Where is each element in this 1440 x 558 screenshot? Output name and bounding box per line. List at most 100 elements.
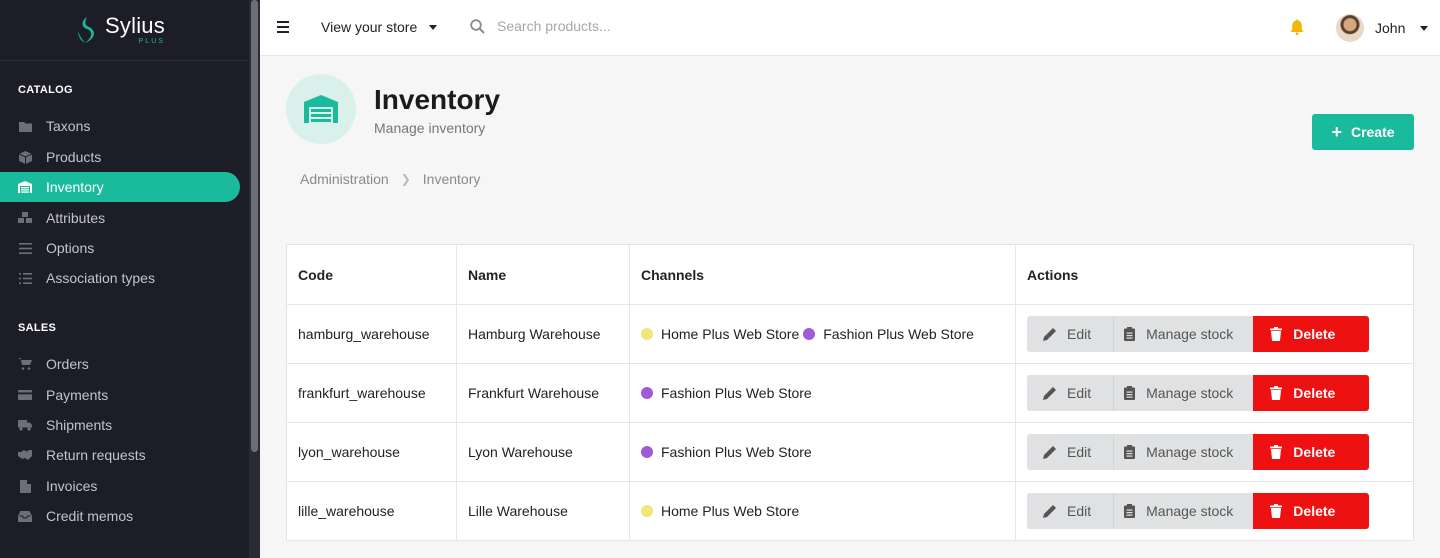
warehouse-icon <box>18 180 32 194</box>
manage-stock-button[interactable]: Manage stock <box>1113 493 1254 529</box>
edit-button[interactable]: Edit <box>1027 493 1114 529</box>
clipboard-icon <box>1122 386 1136 400</box>
manage-stock-button[interactable]: Manage stock <box>1113 316 1254 352</box>
channel-badge: Home Plus Web Store <box>641 326 799 342</box>
sidebar-section-sales: SALES <box>18 322 57 334</box>
page-header-icon <box>286 74 356 144</box>
sidebar-item-label: Attributes <box>46 210 106 226</box>
channel-badge: Fashion Plus Web Store <box>803 326 974 342</box>
channel-badge: Home Plus Web Store <box>641 503 799 519</box>
view-store-label: View your store <box>321 19 418 35</box>
brand-name: Sylius <box>105 13 165 38</box>
channel-badge: Fashion Plus Web Store <box>641 444 812 460</box>
channel-color-dot <box>641 504 653 517</box>
search-bar <box>470 18 797 34</box>
manage-stock-label: Manage stock <box>1146 326 1234 342</box>
delete-button[interactable]: Delete <box>1253 434 1370 470</box>
list-icon <box>18 271 32 285</box>
cell-name: Frankfurt Warehouse <box>456 363 630 423</box>
delete-button[interactable]: Delete <box>1253 493 1370 529</box>
sidebar-item-orders[interactable]: Orders <box>0 349 240 379</box>
cell-actions: Edit Manage stock Delete <box>1015 363 1414 423</box>
sidebar-scrollbar-thumb[interactable] <box>251 0 258 452</box>
clipboard-icon <box>1122 504 1136 518</box>
sidebar-item-inventory[interactable]: Inventory <box>0 172 240 202</box>
sidebar-item-label: Orders <box>46 356 89 372</box>
sidebar-item-label: Return requests <box>46 447 146 463</box>
delete-label: Delete <box>1293 503 1336 519</box>
sidebar-item-return-requests[interactable]: Return requests <box>0 440 240 470</box>
channel-name: Fashion Plus Web Store <box>661 443 812 460</box>
sidebar-item-invoices[interactable]: Invoices <box>0 471 240 501</box>
bell-icon[interactable] <box>1290 19 1304 35</box>
handshake-icon <box>18 448 32 462</box>
delete-label: Delete <box>1293 326 1336 342</box>
search-input[interactable] <box>497 18 797 34</box>
chevron-down-icon <box>429 24 438 30</box>
pencil-icon <box>1043 504 1057 518</box>
sidebar-item-label: Invoices <box>46 478 98 494</box>
cell-name: Hamburg Warehouse <box>456 304 630 364</box>
plus-icon: + <box>1331 122 1342 142</box>
trash-icon <box>1269 445 1283 459</box>
avatar <box>1336 14 1364 42</box>
manage-stock-button[interactable]: Manage stock <box>1113 434 1254 470</box>
sidebar-item-products[interactable]: Products <box>0 142 240 172</box>
column-header-channels: Channels <box>629 244 1016 305</box>
user-menu[interactable]: John <box>1336 14 1429 42</box>
sidebar-item-payments[interactable]: Payments <box>0 380 240 410</box>
cell-code: hamburg_warehouse <box>286 304 457 364</box>
delete-button[interactable]: Delete <box>1253 375 1370 411</box>
clipboard-icon <box>1122 327 1136 341</box>
user-name: John <box>1375 20 1406 36</box>
manage-stock-label: Manage stock <box>1146 444 1234 460</box>
sidebar-item-credit-memos[interactable]: Credit memos <box>0 501 240 531</box>
edit-label: Edit <box>1067 326 1092 342</box>
manage-stock-label: Manage stock <box>1146 503 1234 519</box>
sidebar-item-attributes[interactable]: Attributes <box>0 203 240 233</box>
edit-button[interactable]: Edit <box>1027 434 1114 470</box>
search-icon <box>470 18 485 34</box>
sidebar-item-options[interactable]: Options <box>0 233 240 263</box>
trash-icon <box>1269 327 1283 341</box>
sidebar-item-taxons[interactable]: Taxons <box>0 111 240 141</box>
pencil-icon <box>1043 445 1057 459</box>
sidebar-item-label: Taxons <box>46 118 91 134</box>
page-subtitle: Manage inventory <box>374 120 486 136</box>
cell-channels: Fashion Plus Web Store <box>629 363 1016 423</box>
warehouse-icon <box>304 95 338 123</box>
column-header-actions: Actions <box>1015 244 1414 305</box>
cube-icon <box>18 150 32 164</box>
delete-label: Delete <box>1293 385 1336 401</box>
edit-button[interactable]: Edit <box>1027 375 1114 411</box>
sidebar-item-association-types[interactable]: Association types <box>0 263 240 293</box>
edit-button[interactable]: Edit <box>1027 316 1114 352</box>
cell-channels: Home Plus Web Store <box>629 481 1016 541</box>
logo[interactable]: Sylius PLUS <box>0 0 260 61</box>
table-row: frankfurt_warehouse Frankfurt Warehouse Fa… <box>286 363 1414 423</box>
file-icon <box>18 479 32 493</box>
column-header-name: Name <box>456 244 630 305</box>
credit-card-icon <box>18 388 32 402</box>
sylius-logo-icon <box>78 17 94 43</box>
view-store-dropdown[interactable]: View your store <box>321 19 438 35</box>
sidebar-item-label: Inventory <box>46 179 104 195</box>
delete-button[interactable]: Delete <box>1253 316 1370 352</box>
edit-label: Edit <box>1067 503 1092 519</box>
cell-actions: Edit Manage stock Delete <box>1015 304 1414 364</box>
menu-toggle-icon[interactable] <box>277 21 289 33</box>
create-button[interactable]: + Create <box>1312 114 1414 150</box>
sidebar-item-label: Payments <box>46 387 109 403</box>
sidebar-item-label: Shipments <box>46 417 113 433</box>
sliders-icon <box>18 241 32 255</box>
breadcrumb-administration[interactable]: Administration <box>300 171 389 187</box>
sidebar-item-shipments[interactable]: Shipments <box>0 410 240 440</box>
folder-icon <box>18 119 32 133</box>
cubes-icon <box>18 211 32 225</box>
manage-stock-button[interactable]: Manage stock <box>1113 375 1254 411</box>
channel-color-dot <box>641 327 653 340</box>
cart-icon <box>18 357 32 371</box>
table-row: hamburg_warehouse Hamburg Warehouse Home P… <box>286 304 1414 364</box>
clipboard-icon <box>1122 445 1136 459</box>
channel-badge: Fashion Plus Web Store <box>641 385 812 401</box>
